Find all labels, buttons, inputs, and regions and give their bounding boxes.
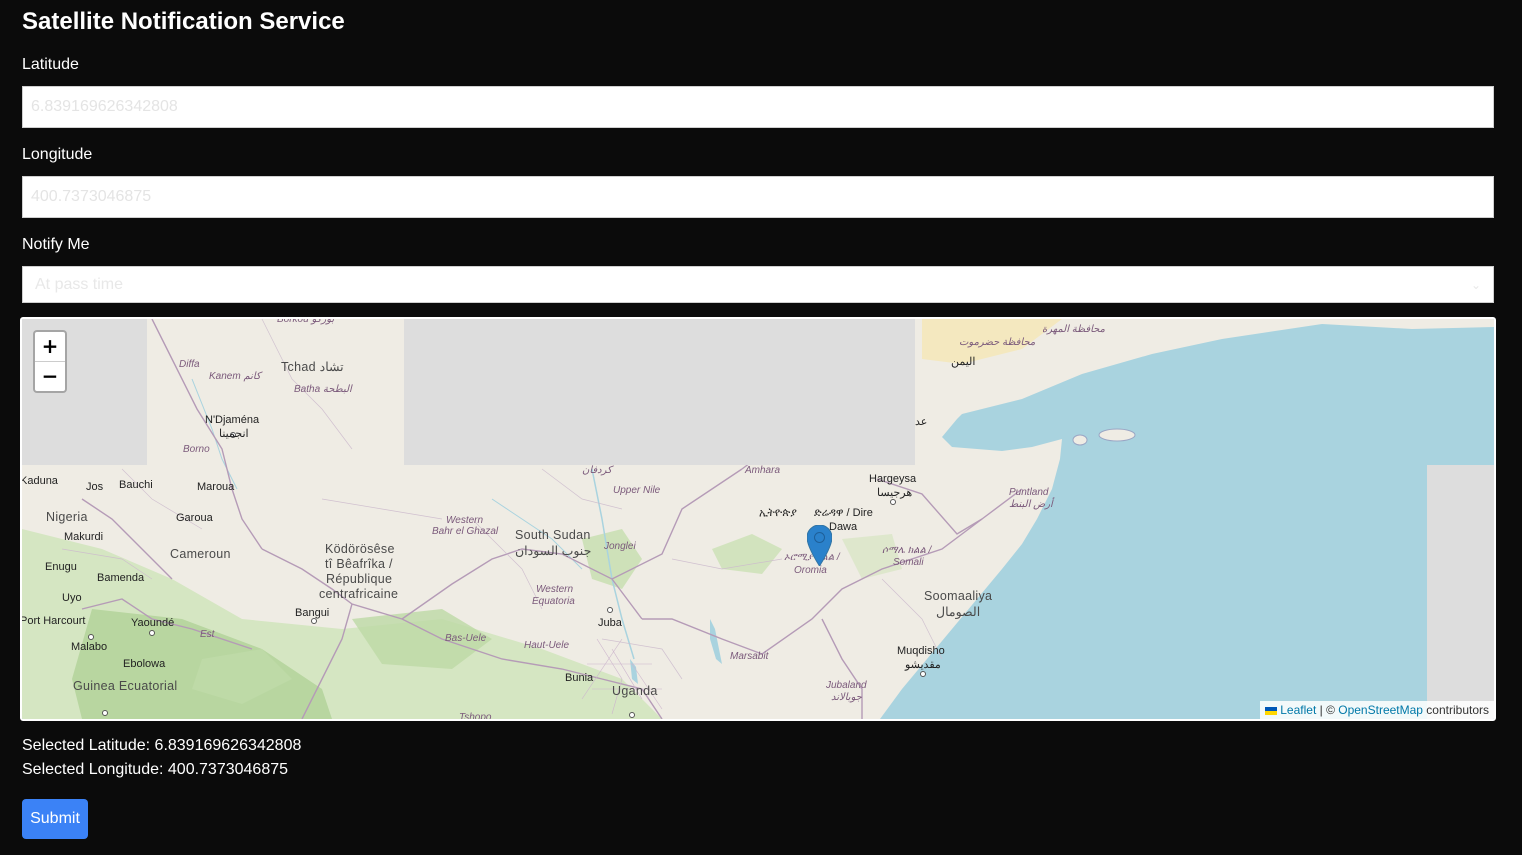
map-label-ndjamena: N'Djaména	[205, 414, 260, 426]
map-label-oromia-2: Oromia	[794, 565, 827, 576]
chevron-down-icon: ⌄	[1470, 277, 1481, 292]
map-label-malabo: Malabo	[71, 641, 108, 653]
map-label-dire-dawa-1: ድሬዳዋ / Dire	[814, 507, 873, 519]
map-marker-icon[interactable]	[807, 525, 832, 566]
map-label-somali-1: ሶማሌ ክልል /	[882, 545, 932, 556]
map-label-muqdisho: Muqdisho	[897, 645, 945, 657]
map-attribution: Leaflet | © OpenStreetMap contributors	[1260, 701, 1494, 719]
map-label-borkou: Borkou بوركو	[277, 317, 335, 325]
map-label-jos: Jos	[86, 481, 104, 493]
map-label-yaounde: Yaoundé	[131, 617, 175, 629]
map[interactable]: Borkou بوركو Diffa Tchad تشاد Kanem كانم…	[20, 317, 1496, 721]
map-label-bauchi: Bauchi	[119, 479, 153, 491]
page-title: Satellite Notification Service	[22, 8, 345, 35]
map-label-car-2: tî Bêafrîka /	[325, 557, 393, 571]
map-label-kordofan: كردفان	[582, 465, 612, 476]
latitude-label: Latitude	[22, 56, 79, 73]
notify-select-value: At pass time	[35, 275, 124, 293]
leaflet-link[interactable]: Leaflet	[1280, 703, 1316, 717]
attribution-separator: | ©	[1316, 703, 1339, 717]
map-label-maroua: Maroua	[197, 481, 235, 493]
map-label-puntland-ar: أرض البنط	[1009, 499, 1053, 510]
map-label-enugu: Enugu	[45, 561, 77, 573]
map-label-upper-nile: Upper Nile	[613, 485, 661, 496]
map-label-aden: عد	[915, 416, 928, 428]
map-label-uganda: Uganda	[612, 684, 658, 698]
map-label-bunia: Bunia	[565, 672, 594, 684]
map-label-somali-2: Somali	[893, 557, 924, 568]
map-label-hadramaut: محافظة حضرموت	[959, 337, 1036, 348]
map-label-amhara: Amhara	[745, 465, 781, 476]
map-label-yemen: اليمن	[951, 356, 976, 368]
zoom-out-button[interactable]: −	[35, 361, 65, 391]
zoom-in-button[interactable]: +	[35, 332, 65, 361]
map-label-jubaland-ar: جوبالاند	[831, 692, 862, 703]
selected-latitude: Selected Latitude: 6.839169626342808	[22, 737, 302, 754]
map-label-marsabit: Marsabit	[730, 651, 769, 662]
map-label-makurdi: Makurdi	[64, 531, 104, 543]
map-label-bas-uele: Bas-Uele	[445, 633, 487, 644]
map-label-somalia-ar: الصومال	[936, 605, 981, 619]
map-label-western-eq-2: Equatoria	[532, 596, 575, 607]
map-label-uyo: Uyo	[62, 592, 82, 604]
map-label-kanem: Kanem كانم	[209, 371, 261, 382]
map-label-ndjamena-ar: انجمينا	[219, 428, 249, 440]
map-label-muqdisho-ar: مقديشو	[905, 659, 941, 671]
map-label-cameroun: Cameroun	[170, 547, 231, 561]
map-label-bangui: Bangui	[295, 607, 330, 619]
map-label-tshopo: Tshopo	[459, 712, 492, 721]
map-label-guinea-eq: Guinea Ecuatorial	[73, 679, 178, 693]
map-label-ethiopia: ኢትዮጵያ	[759, 507, 797, 519]
selected-longitude: Selected Longitude: 400.7373046875	[22, 761, 289, 778]
map-label-car-1: Ködörösêse	[325, 542, 395, 556]
notify-label: Notify Me	[22, 236, 90, 253]
zoom-control: + −	[33, 330, 67, 393]
map-label-western-eq: Western	[536, 584, 574, 595]
map-label-car-4: centrafricaine	[319, 587, 399, 601]
map-label-car-3: République	[326, 572, 393, 586]
map-label-bamenda: Bamenda	[97, 572, 145, 584]
map-label-hargeysa-ar: هرجيسا	[877, 487, 913, 499]
map-label-haut-uele: Haut-Uele	[524, 640, 570, 651]
longitude-input[interactable]	[22, 176, 1494, 218]
map-label-chad: Tchad تشاد	[281, 360, 344, 374]
submit-button[interactable]: Submit	[22, 799, 88, 839]
map-label-borno: Borno	[183, 444, 210, 455]
map-label-nigeria: Nigeria	[46, 510, 88, 524]
map-label-western-bahr: Western	[446, 515, 484, 526]
longitude-label: Longitude	[22, 146, 93, 163]
map-label-batha: Batha البطحة	[294, 384, 352, 395]
map-label-jubaland: Jubaland	[826, 680, 867, 691]
map-label-south-sudan-ar: جنوب السودان	[515, 544, 592, 558]
map-label-ebolowa: Ebolowa	[123, 658, 166, 670]
notify-select[interactable]: At pass time ⌄	[22, 266, 1494, 303]
map-label-jonglei: Jonglei	[604, 541, 636, 552]
map-label-diffa: Diffa	[179, 359, 200, 370]
attribution-suffix: contributors	[1422, 703, 1489, 717]
ukraine-flag-icon	[1265, 706, 1278, 715]
openstreetmap-link[interactable]: OpenStreetMap	[1338, 703, 1423, 717]
map-label-western-bahr-2: Bahr el Ghazal	[432, 526, 499, 537]
map-label-garoua: Garoua	[176, 512, 213, 524]
map-label-south-sudan: South Sudan	[515, 528, 591, 542]
map-label-juba: Juba	[598, 617, 622, 629]
map-label-kaduna: Kaduna	[20, 475, 58, 487]
map-label-est: Est	[200, 629, 215, 640]
latitude-input[interactable]	[22, 86, 1494, 128]
map-label-port-harcourt: Port Harcourt	[20, 615, 86, 627]
map-label-mahra: محافظة المهرة	[1042, 324, 1105, 335]
map-label-somalia: Soomaaliya	[924, 589, 993, 603]
map-label-dire-dawa-2: Dawa	[829, 521, 858, 533]
map-label-hargeysa: Hargeysa	[869, 473, 917, 485]
map-label-puntland: Puntland	[1009, 487, 1049, 498]
